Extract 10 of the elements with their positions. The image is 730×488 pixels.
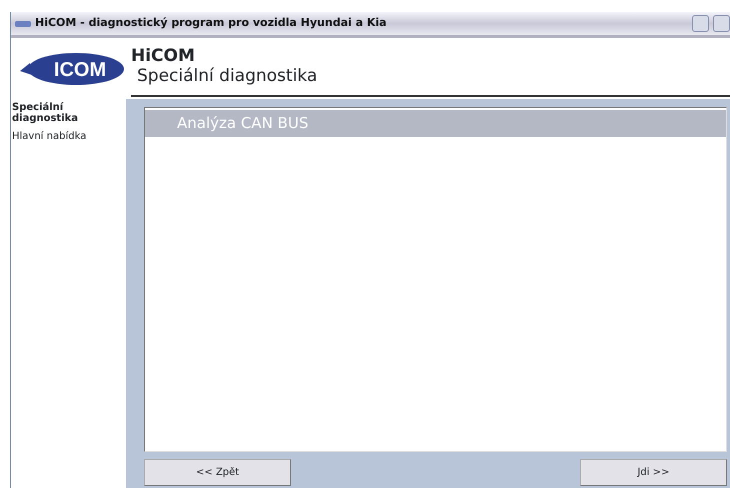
sidebar-item[interactable]: Speciální diagnostika [11,103,79,124]
minimize-button[interactable] [692,15,709,32]
page-title: Speciální diagnostika [136,66,318,86]
app-icon [15,20,31,28]
window-title: HiCOM - diagnostický program pro vozidla Hyundai a Kia [35,15,387,32]
next-button[interactable]: Jdi >> [580,459,727,486]
maximize-button[interactable] [713,15,730,32]
sidebar-item[interactable]: Hlavní nabídka [11,132,126,142]
app-title: HiCOM [131,46,196,66]
back-button[interactable]: << Zpět [144,459,291,486]
